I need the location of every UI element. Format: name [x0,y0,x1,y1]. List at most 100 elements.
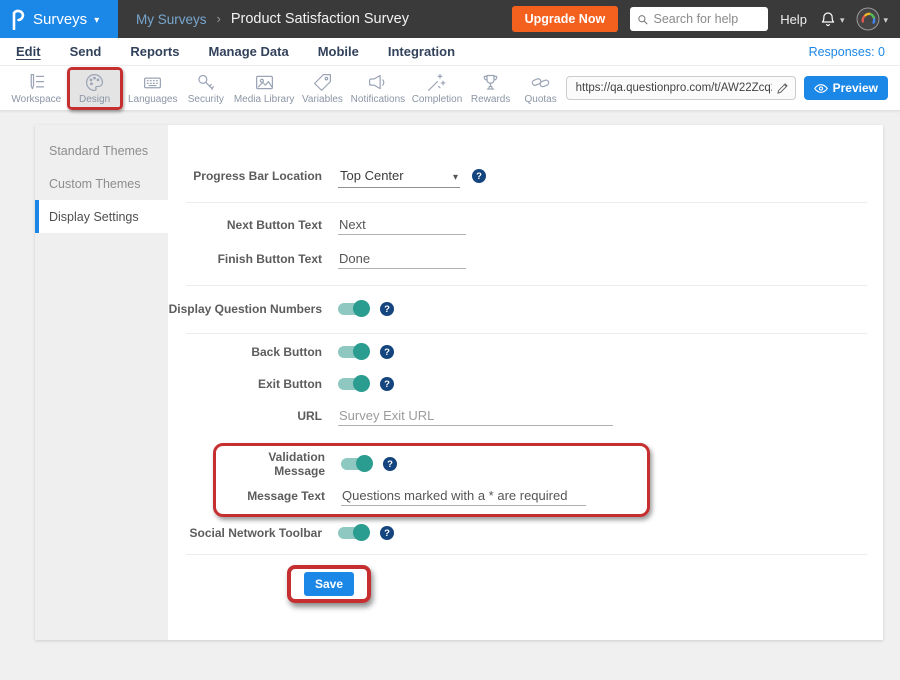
section-divider [186,554,867,555]
account-menu[interactable] [856,7,888,31]
bell-icon [819,10,837,28]
survey-url-text: https://qa.questionpro.com/t/AW22Zcq2J [576,82,772,94]
edit-url-pencil-icon[interactable] [776,82,789,95]
sidebar-item-custom-themes[interactable]: Custom Themes [35,167,168,200]
help-search[interactable] [630,7,768,31]
section-divider [186,285,867,286]
chevron-down-icon [453,167,458,185]
toolbar-item-notifications[interactable]: Notifications [347,70,408,107]
completion-wand-icon [426,72,447,93]
display-settings-form: Progress Bar Location Top Center Next Bu… [168,125,883,640]
exit-url-row: URL [168,400,883,432]
display-question-numbers-label: Display Question Numbers [168,302,322,316]
page-title: Product Satisfaction Survey [231,11,409,27]
top-header: Surveys My Surveys Product Satisfaction … [0,0,900,38]
help-icon[interactable] [380,377,394,391]
quotas-link-icon [530,72,551,93]
help-icon[interactable] [380,302,394,316]
eye-icon [814,83,828,94]
message-text-row: Message Text [216,480,647,512]
display-question-numbers-toggle[interactable] [338,303,368,315]
breadcrumb-my-surveys[interactable]: My Surveys [136,12,207,27]
toolbar-item-media-library[interactable]: Media Library [231,70,298,107]
upgrade-now-button[interactable]: Upgrade Now [512,6,619,32]
exit-url-label: URL [168,409,322,423]
exit-url-input[interactable] [338,406,613,426]
toolbar-item-languages[interactable]: Languages [125,70,181,107]
survey-url-field[interactable]: https://qa.questionpro.com/t/AW22Zcq2J [566,76,796,100]
exit-button-toggle[interactable] [338,378,368,390]
toolbar-item-rewards[interactable]: Rewards [466,70,516,107]
nav-item-mobile[interactable]: Mobile [317,42,360,61]
back-button-toggle[interactable] [338,346,368,358]
annotation-box-design: Design [67,67,123,110]
help-link[interactable]: Help [780,12,807,27]
chevron-down-icon [883,10,888,28]
toolbar-item-security[interactable]: Security [181,70,231,107]
notifications-menu[interactable] [819,10,845,28]
annotation-box-save: Save [287,565,371,603]
finish-button-text-row: Finish Button Text [168,242,883,276]
progress-bar-location-label: Progress Bar Location [168,169,322,183]
progress-bar-location-select[interactable]: Top Center [338,165,460,188]
nav-item-send[interactable]: Send [69,42,103,61]
help-icon[interactable] [380,345,394,359]
help-icon[interactable] [380,526,394,540]
back-button-row: Back Button [168,336,883,368]
media-library-image-icon [254,72,275,93]
search-input[interactable] [653,12,761,26]
help-icon[interactable] [383,457,397,471]
design-settings-panel: Standard Themes Custom Themes Display Se… [35,125,883,640]
progress-bar-location-row: Progress Bar Location Top Center [168,159,883,193]
search-icon [637,13,648,26]
nav-item-manage-data[interactable]: Manage Data [207,42,289,61]
sidebar-item-standard-themes[interactable]: Standard Themes [35,134,168,167]
toolbar-item-variables[interactable]: Variables [297,70,347,107]
chevron-down-icon [94,10,99,28]
rewards-trophy-icon [480,72,501,93]
social-network-toolbar-row: Social Network Toolbar [168,517,883,549]
exit-button-row: Exit Button [168,368,883,400]
display-question-numbers-row: Display Question Numbers [168,292,883,326]
toolbar-item-completion[interactable]: Completion [408,70,465,107]
next-button-text-label: Next Button Text [168,218,322,232]
app-name: Surveys [33,11,87,28]
social-network-toolbar-toggle[interactable] [338,527,368,539]
questionpro-logo-icon [10,8,26,30]
header-actions: Upgrade Now Help [512,6,900,32]
help-icon[interactable] [472,169,486,183]
nav-item-reports[interactable]: Reports [129,42,180,61]
edit-toolbar: Workspace Design Languages Security Medi… [0,66,900,111]
avatar [856,7,880,31]
save-button[interactable]: Save [304,572,354,596]
toolbar-item-design[interactable]: Design [70,70,120,107]
notifications-megaphone-icon [367,72,388,93]
languages-keyboard-icon [142,72,163,93]
next-button-text-input[interactable] [338,215,466,235]
toolbar-item-quotas[interactable]: Quotas [516,70,566,107]
finish-button-text-input[interactable] [338,249,466,269]
validation-message-toggle[interactable] [341,458,371,470]
sidebar-item-display-settings[interactable]: Display Settings [35,200,168,233]
chevron-down-icon [840,10,845,28]
responses-count[interactable]: Responses: 0 [809,45,885,59]
section-divider [186,202,867,203]
social-network-toolbar-label: Social Network Toolbar [168,526,322,540]
breadcrumb: My Surveys Product Satisfaction Survey [136,10,409,28]
survey-nav: Edit Send Reports Manage Data Mobile Int… [0,38,900,66]
validation-message-row: Validation Message [216,448,647,480]
next-button-text-row: Next Button Text [168,208,883,242]
annotation-box-validation: Validation Message Message Text [213,443,650,517]
nav-item-edit[interactable]: Edit [15,42,42,61]
validation-message-label: Validation Message [216,450,325,478]
toolbar-item-workspace[interactable]: Workspace [8,70,65,107]
security-key-icon [195,72,216,93]
finish-button-text-label: Finish Button Text [168,252,322,266]
preview-button[interactable]: Preview [804,76,888,100]
message-text-input[interactable] [341,486,586,506]
exit-button-label: Exit Button [168,377,322,391]
product-switcher[interactable]: Surveys [0,0,118,38]
message-text-label: Message Text [216,489,325,503]
nav-item-integration[interactable]: Integration [387,42,456,61]
section-divider [186,333,867,334]
